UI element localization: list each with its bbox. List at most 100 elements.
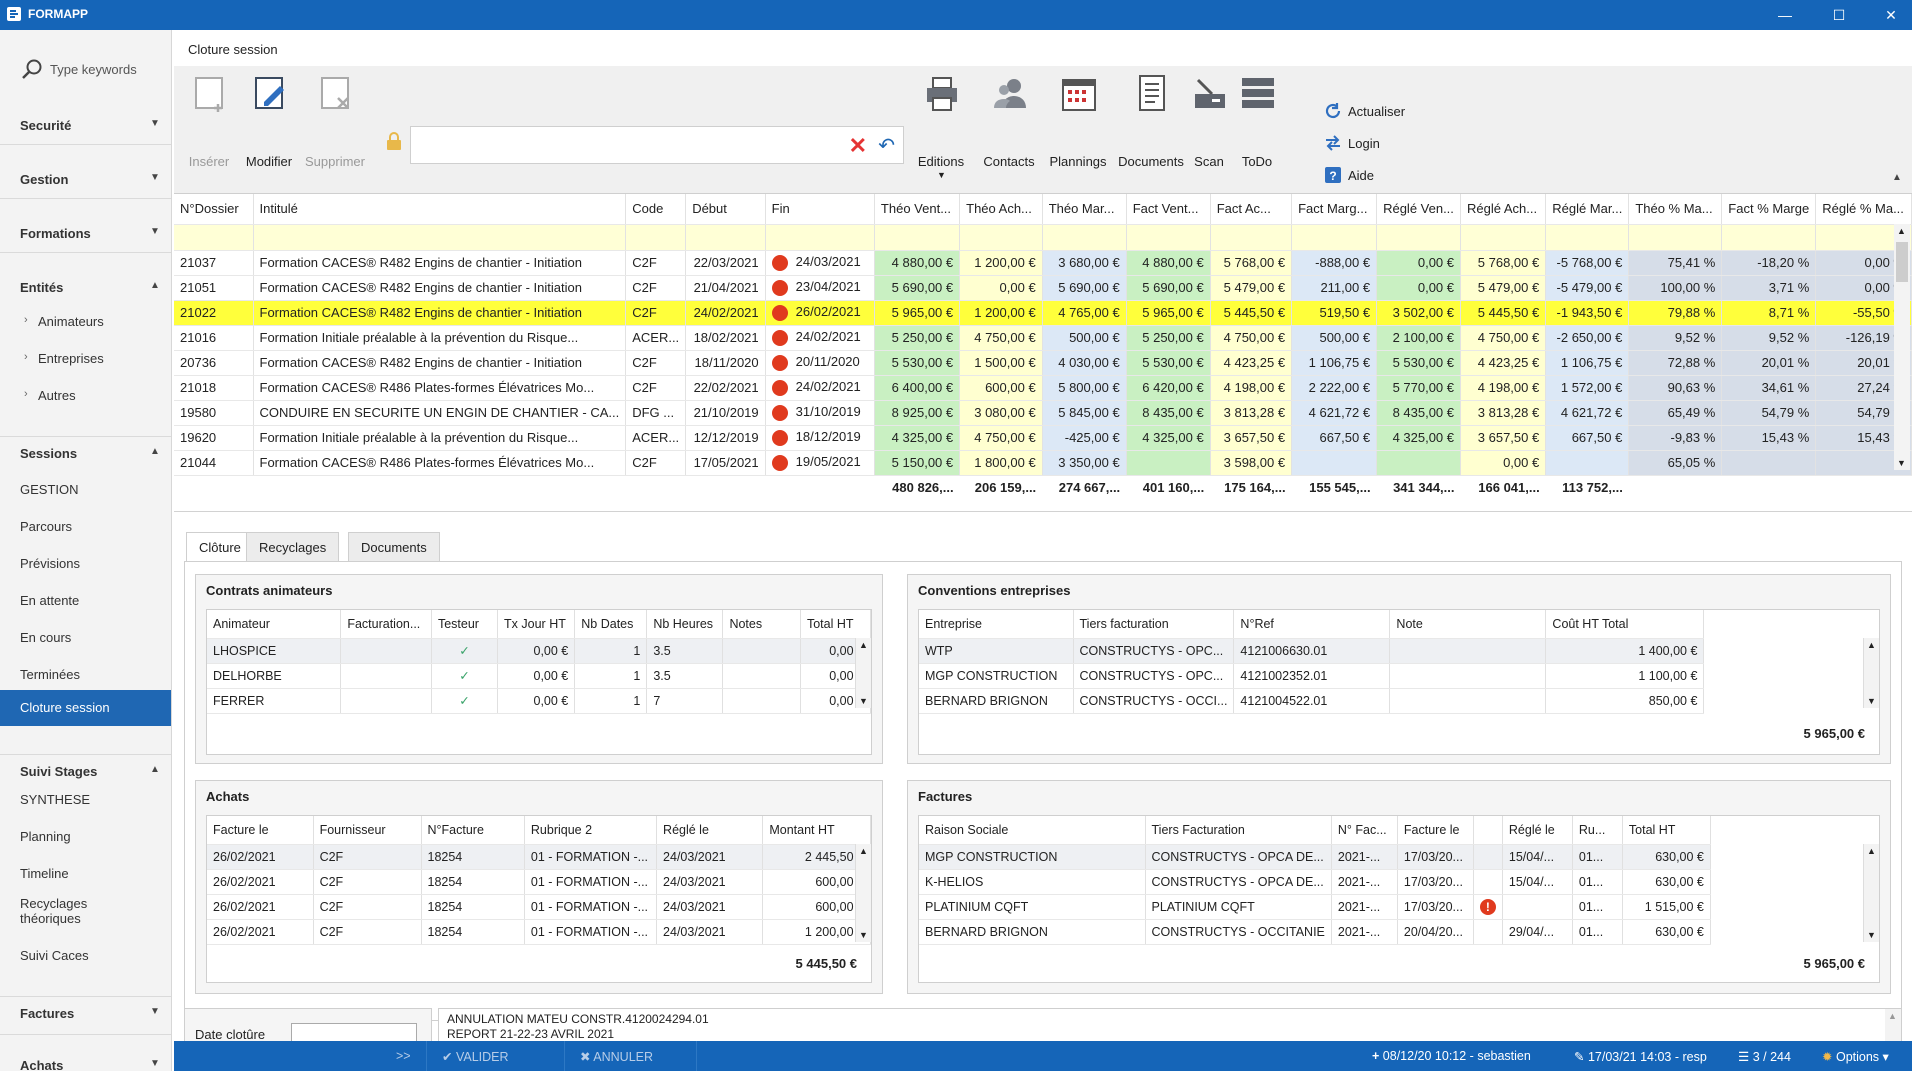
conventions-header-cell[interactable]: N°Ref (1233, 610, 1391, 639)
table-row[interactable]: 26/02/2021 C2F 18254 01 - FORMATION -... 24/… (207, 894, 871, 920)
section-securite[interactable]: Securité ▼ (0, 116, 171, 136)
factures-header-cell[interactable]: Raison Sociale (919, 816, 1146, 845)
table-row[interactable]: 21044 Formation CACES® R486 Plates-formes… (174, 450, 1912, 476)
lock-icon[interactable] (386, 132, 402, 150)
scroll-thumb[interactable] (1896, 242, 1908, 282)
grid-scrollbar[interactable]: ▲ ▼ (1894, 224, 1910, 470)
sidebar-item-gestion[interactable]: GESTION (0, 472, 171, 508)
sidebar-search[interactable]: Type keywords (18, 58, 158, 82)
grid-header-cell[interactable]: Réglé Mar... (1545, 194, 1630, 225)
scroll-down-icon[interactable]: ▼ (1897, 458, 1906, 468)
sidebar-item-en-cours[interactable]: En cours (0, 620, 171, 656)
achats-header-cell[interactable]: Rubrique 2 (524, 816, 658, 845)
todo-button[interactable]: ToDo (1222, 66, 1292, 169)
contrats-header-cell[interactable]: Testeur (431, 610, 499, 639)
factures-scrollbar[interactable]: ▲ ▼ (1863, 844, 1879, 942)
contrats-header-cell[interactable]: Nb Heures (646, 610, 724, 639)
table-row[interactable]: 26/02/2021 C2F 18254 01 - FORMATION -... 24/… (207, 869, 871, 895)
factures-header-cell[interactable]: Réglé le (1502, 816, 1573, 845)
contrats-header-cell[interactable]: Facturation... (340, 610, 432, 639)
table-row[interactable]: 21018 Formation CACES® R486 Plates-formes… (174, 375, 1912, 401)
grid-header-cell[interactable]: Réglé Ven... (1376, 194, 1462, 225)
achats-header-cell[interactable]: Fournisseur (313, 816, 422, 845)
options-button[interactable]: ✹ Options ▾ (1822, 1049, 1889, 1064)
factures-header-cell[interactable]: Facture le (1397, 816, 1474, 845)
sidebar-item-cloture-session[interactable]: Cloture session (0, 690, 171, 726)
grid-header-cell[interactable]: Fact Marg... (1291, 194, 1378, 225)
contacts-button[interactable]: Contacts (974, 66, 1044, 169)
sidebar-item-terminees[interactable]: Terminées (0, 657, 171, 693)
grid-header-cell[interactable]: Théo Vent... (874, 194, 961, 225)
minimize-button[interactable]: — (1770, 4, 1800, 26)
conventions-header-cell[interactable]: Coût HT Total (1545, 610, 1705, 639)
modifier-button[interactable]: Modifier (234, 66, 304, 169)
table-row[interactable]: 26/02/2021 C2F 18254 01 - FORMATION -... 24/… (207, 919, 871, 945)
contrats-header-cell[interactable]: Animateur (207, 610, 342, 639)
table-row[interactable]: 21022 Formation CACES® R482 Engins de cha… (174, 300, 1912, 326)
conventions-header-cell[interactable]: Tiers facturation (1073, 610, 1235, 639)
sidebar-item-autres[interactable]: › Autres (0, 378, 171, 414)
table-row[interactable]: BERNARD BRIGNON CONSTRUCTYS - OCCITANIE 20… (919, 919, 1711, 945)
table-row[interactable]: FERRER ✓ 0,00 €1 7 0,00 € (207, 688, 871, 714)
sidebar-item-suivi-caces[interactable]: Suivi Caces (0, 938, 171, 974)
table-row[interactable]: DELHORBE ✓ 0,00 €1 3.5 0,00 € (207, 663, 871, 689)
factures-header-cell[interactable] (1473, 816, 1503, 845)
table-row[interactable]: 20736 Formation CACES® R482 Engins de cha… (174, 350, 1912, 376)
grid-header-cell[interactable]: Réglé Ach... (1460, 194, 1547, 225)
achats-header-cell[interactable]: Réglé le (656, 816, 764, 845)
search-input[interactable]: ✕ ↶ (410, 126, 904, 164)
section-factures[interactable]: Factures ▼ (0, 1004, 171, 1024)
conventions-header-cell[interactable]: Entreprise (919, 610, 1074, 639)
tab-documents[interactable]: Documents (348, 532, 440, 562)
tab-cloture[interactable]: Clôture (186, 532, 254, 562)
grid-header-cell[interactable]: Théo Ach... (959, 194, 1043, 225)
grid-header-cell[interactable]: Fact Ac... (1210, 194, 1293, 225)
sidebar-item-recyclages[interactable]: Recyclages théoriques (0, 892, 171, 932)
grid-header-cell[interactable]: Théo Mar... (1042, 194, 1127, 225)
grid-header-cell[interactable]: Code (625, 194, 687, 225)
supprimer-button[interactable]: Supprimer (300, 66, 370, 169)
section-suivi-stages[interactable]: Suivi Stages ▲ (0, 754, 171, 779)
achats-header-cell[interactable]: N°Facture (421, 816, 525, 845)
contrats-header-cell[interactable]: Tx Jour HT (497, 610, 576, 639)
close-window-button[interactable]: ✕ (1876, 4, 1906, 26)
section-gestion[interactable]: Gestion ▼ (0, 170, 171, 190)
collapse-ribbon-icon[interactable]: ▲ (1892, 172, 1902, 183)
table-row[interactable]: 19580 CONDUIRE EN SECURITE UN ENGIN DE CH… (174, 400, 1912, 426)
contrats-header-cell[interactable]: Total HT (800, 610, 871, 639)
grid-header-cell[interactable]: Début (685, 194, 766, 225)
table-row[interactable]: 21051 Formation CACES® R482 Engins de cha… (174, 275, 1912, 301)
achats-header-cell[interactable]: Montant HT (762, 816, 871, 845)
factures-header-cell[interactable]: Ru... (1572, 816, 1623, 845)
table-row[interactable]: 26/02/2021 C2F 18254 01 - FORMATION -... 24/… (207, 844, 871, 870)
section-entites[interactable]: Entités ▲ (0, 278, 171, 298)
conventions-header-cell[interactable]: Note (1389, 610, 1547, 639)
grid-header-cell[interactable]: Fin (765, 194, 875, 225)
clear-icon[interactable]: ✕ (849, 133, 867, 159)
conventions-scrollbar[interactable]: ▲ ▼ (1863, 638, 1879, 708)
sidebar-item-synthese[interactable]: SYNTHESE (0, 782, 171, 818)
achats-header-cell[interactable]: Facture le (207, 816, 314, 845)
table-row[interactable]: PLATINIUM CQFT PLATINIUM CQFT 2021-... 17/0… (919, 894, 1711, 920)
valider-button[interactable]: ✔ VALIDER (442, 1049, 509, 1064)
grid-header-cell[interactable]: Réglé % Ma... (1815, 194, 1912, 225)
table-row[interactable]: BERNARD BRIGNON CONSTRUCTYS - OCCI... 4121… (919, 688, 1705, 714)
achats-scrollbar[interactable]: ▲ ▼ (855, 844, 871, 942)
sidebar-item-previsions[interactable]: Prévisions (0, 546, 171, 582)
contrats-scrollbar[interactable]: ▲ ▼ (855, 638, 871, 708)
sidebar-item-timeline[interactable]: Timeline (0, 856, 171, 892)
section-achats[interactable]: Achats ▼ (0, 1056, 171, 1071)
sidebar-item-en-attente[interactable]: En attente (0, 583, 171, 619)
table-row[interactable]: WTP CONSTRUCTYS - OPC... 4121006630.01 1 40… (919, 638, 1705, 664)
grid-header-cell[interactable]: Théo % Ma... (1628, 194, 1723, 225)
factures-header-cell[interactable]: N° Fac... (1331, 816, 1398, 845)
factures-header-cell[interactable]: Total HT (1622, 816, 1711, 845)
table-row[interactable]: 19620 Formation Initiale préalable à la p… (174, 425, 1912, 451)
scroll-up-icon[interactable]: ▲ (1897, 226, 1906, 236)
section-sessions[interactable]: Sessions ▲ (0, 444, 171, 464)
section-formations[interactable]: Formations ▼ (0, 224, 171, 244)
factures-header-cell[interactable]: Tiers Facturation (1145, 816, 1332, 845)
table-row[interactable]: 21037 Formation CACES® R482 Engins de cha… (174, 250, 1912, 276)
grid-header-cell[interactable]: Fact Vent... (1126, 194, 1211, 225)
undo-icon[interactable]: ↶ (878, 133, 895, 158)
